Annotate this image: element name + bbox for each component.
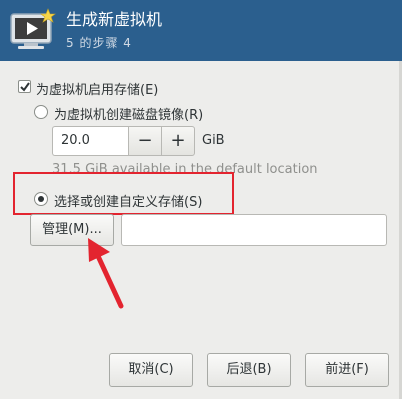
enable-storage-label[interactable]: 为虚拟机启用存储(E) [36, 79, 158, 98]
wizard-header: 生成新虚拟机 5 的步骤 4 [0, 0, 402, 61]
disk-size-input[interactable]: 20.0 [52, 126, 128, 156]
checkmark-icon [20, 82, 30, 92]
storage-path-input[interactable] [121, 214, 387, 246]
decrease-size-button[interactable]: − [128, 126, 162, 156]
red-arrow-icon [88, 238, 124, 309]
annotation-highlight-box [13, 172, 234, 215]
enable-storage-checkbox[interactable] [18, 80, 31, 93]
wizard-step-indicator: 5 的步骤 4 [66, 36, 132, 50]
increase-size-button[interactable]: + [161, 126, 195, 156]
size-unit-label: GiB [202, 133, 225, 148]
back-button[interactable]: 后退(B) [207, 353, 291, 387]
wizard-title: 生成新虚拟机 [66, 10, 163, 29]
forward-button[interactable]: 前进(F) [305, 353, 389, 387]
virtual-machine-icon [10, 8, 56, 49]
cancel-button[interactable]: 取消(C) [109, 353, 193, 387]
create-disk-image-label[interactable]: 为虚拟机创建磁盘镜像(R) [54, 104, 203, 123]
create-disk-image-radio[interactable] [34, 105, 48, 119]
